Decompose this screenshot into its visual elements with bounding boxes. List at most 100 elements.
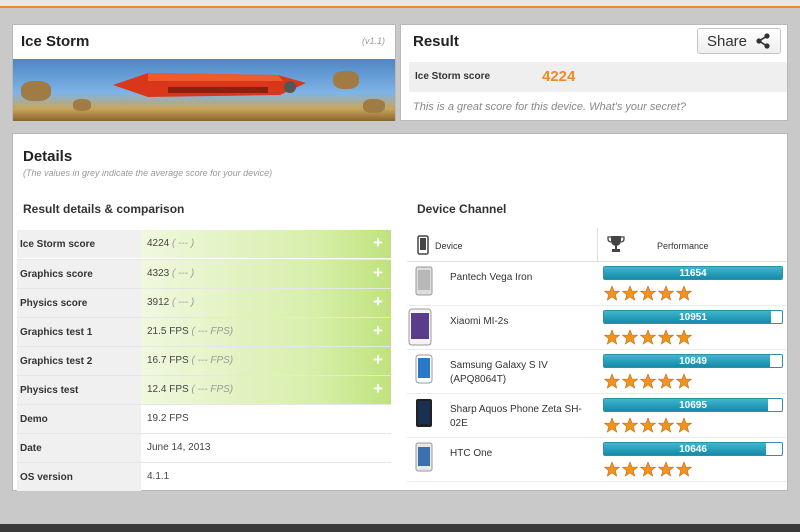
result-row-label: Graphics test 2 bbox=[17, 347, 141, 375]
expand-plus-icon[interactable]: + bbox=[370, 322, 386, 339]
test-title: Ice Storm bbox=[21, 33, 90, 50]
result-details-title: Result details & comparison bbox=[23, 202, 185, 216]
average-value-text: ( --- ) bbox=[172, 238, 195, 249]
result-row-value: 19.2 FPS bbox=[141, 405, 391, 433]
result-row-value: 4224 ( --- ) + bbox=[141, 230, 391, 258]
result-value-text: 19.2 FPS bbox=[147, 413, 189, 424]
star-icon bbox=[640, 461, 656, 477]
star-icon bbox=[622, 285, 638, 301]
result-row[interactable]: Physics score 3912 ( --- ) + bbox=[17, 288, 391, 317]
star-icon bbox=[622, 461, 638, 477]
result-row[interactable]: Graphics score 4323 ( --- ) + bbox=[17, 259, 391, 288]
result-value-text: 3912 bbox=[147, 297, 170, 308]
performance-score: 10646 bbox=[679, 444, 707, 455]
device-row[interactable]: Samsung Galaxy S IV (APQ8064T) 10849 bbox=[407, 350, 787, 394]
result-value-text: 16.7 FPS bbox=[147, 355, 189, 366]
top-bar bbox=[0, 0, 800, 8]
expand-plus-icon[interactable]: + bbox=[370, 293, 386, 310]
device-row[interactable]: Sharp Aquos Phone Zeta SH-02E 10695 bbox=[407, 394, 787, 438]
device-name: Sharp Aquos Phone Zeta SH-02E bbox=[450, 404, 582, 429]
performance-bar: 10951 bbox=[603, 310, 783, 324]
expand-plus-icon[interactable]: + bbox=[370, 234, 386, 251]
star-icon bbox=[676, 417, 692, 433]
result-row-label: Graphics score bbox=[17, 260, 141, 288]
result-row[interactable]: Ice Storm score 4224 ( --- ) + bbox=[17, 230, 391, 259]
result-row-label: Demo bbox=[17, 405, 141, 433]
performance-score: 10951 bbox=[679, 312, 707, 323]
performance-column-header: Performance bbox=[657, 241, 709, 251]
average-value-text: ( --- ) bbox=[172, 268, 195, 279]
result-panel: Result Share Ice Storm score 4224 This i… bbox=[400, 24, 788, 121]
result-row-label: Date bbox=[17, 434, 141, 462]
result-value-text: 4.1.1 bbox=[147, 471, 170, 482]
device-list: Pantech Vega Iron 11654 Xiaomi MI-2s 10951 S… bbox=[407, 262, 787, 482]
star-icon bbox=[676, 373, 692, 389]
device-name: Samsung Galaxy S IV (APQ8064T) bbox=[450, 360, 548, 385]
device-row[interactable]: HTC One 10646 bbox=[407, 438, 787, 482]
expand-plus-icon[interactable]: + bbox=[370, 264, 386, 281]
expand-plus-icon[interactable]: + bbox=[370, 351, 386, 368]
banner-rock bbox=[333, 71, 359, 89]
result-row[interactable]: Graphics test 2 16.7 FPS ( --- FPS) + bbox=[17, 346, 391, 375]
details-title: Details bbox=[23, 148, 73, 165]
device-channel-title: Device Channel bbox=[417, 202, 507, 216]
result-row-value: 4.1.1 bbox=[141, 463, 391, 491]
average-value-text: ( --- FPS) bbox=[191, 355, 234, 366]
device-row[interactable]: Xiaomi MI-2s 10951 bbox=[407, 306, 787, 350]
result-row-value: 21.5 FPS ( --- FPS) + bbox=[141, 318, 391, 346]
share-button[interactable]: Share bbox=[697, 28, 781, 54]
star-icon bbox=[622, 373, 638, 389]
result-details-table: Ice Storm score 4224 ( --- ) + Graphics sco… bbox=[17, 230, 391, 491]
result-row[interactable]: Physics test 12.4 FPS ( --- FPS) + bbox=[17, 375, 391, 404]
result-value-text: 4224 bbox=[147, 238, 170, 249]
score-value: 4224 bbox=[542, 68, 576, 85]
average-value-text: ( --- FPS) bbox=[191, 326, 234, 337]
result-row-value: June 14, 2013 bbox=[141, 434, 391, 462]
result-value-text: 4323 bbox=[147, 268, 170, 279]
star-rating bbox=[604, 329, 692, 345]
details-panel: Details (The values in grey indicate the… bbox=[12, 133, 788, 491]
star-icon bbox=[658, 461, 674, 477]
performance-score: 10849 bbox=[679, 356, 707, 367]
star-icon bbox=[604, 417, 620, 433]
result-value-text: 21.5 FPS bbox=[147, 326, 189, 337]
expand-plus-icon[interactable]: + bbox=[370, 380, 386, 397]
star-icon bbox=[604, 373, 620, 389]
star-icon bbox=[676, 329, 692, 345]
device-name: Pantech Vega Iron bbox=[450, 272, 533, 283]
header-divider bbox=[597, 228, 598, 262]
device-name: HTC One bbox=[450, 448, 493, 459]
star-icon bbox=[640, 329, 656, 345]
score-row: Ice Storm score 4224 bbox=[409, 62, 787, 92]
result-row: Date June 14, 2013 bbox=[17, 433, 391, 462]
result-row-value: 16.7 FPS ( --- FPS) + bbox=[141, 347, 391, 375]
star-icon bbox=[658, 285, 674, 301]
test-version: (v1.1) bbox=[361, 36, 385, 46]
result-row-label: Ice Storm score bbox=[17, 230, 141, 258]
test-banner-image bbox=[13, 59, 395, 121]
result-row[interactable]: Graphics test 1 21.5 FPS ( --- FPS) + bbox=[17, 317, 391, 346]
test-panel: Ice Storm (v1.1) bbox=[12, 24, 396, 121]
result-row-value: 4323 ( --- ) + bbox=[141, 260, 391, 288]
result-title: Result bbox=[413, 33, 459, 50]
bottom-bar bbox=[0, 524, 800, 532]
device-column-header: Device bbox=[435, 241, 463, 251]
device-row[interactable]: Pantech Vega Iron 11654 bbox=[407, 262, 787, 306]
star-icon bbox=[676, 461, 692, 477]
star-rating bbox=[604, 285, 692, 301]
star-icon bbox=[604, 461, 620, 477]
share-label: Share bbox=[706, 32, 748, 50]
result-row: OS version 4.1.1 bbox=[17, 462, 391, 491]
result-row-label: Graphics test 1 bbox=[17, 318, 141, 346]
performance-score: 11654 bbox=[679, 268, 707, 279]
result-row-label: OS version bbox=[17, 463, 141, 491]
spaceship-illustration bbox=[113, 73, 306, 97]
trophy-icon bbox=[607, 236, 625, 252]
device-name: Xiaomi MI-2s bbox=[450, 316, 509, 327]
device-channel-header: Device Performance bbox=[407, 228, 787, 262]
performance-bar: 10695 bbox=[603, 398, 783, 412]
share-icon bbox=[756, 33, 770, 49]
star-rating bbox=[604, 373, 692, 389]
performance-score: 10695 bbox=[679, 400, 707, 411]
star-icon bbox=[658, 373, 674, 389]
